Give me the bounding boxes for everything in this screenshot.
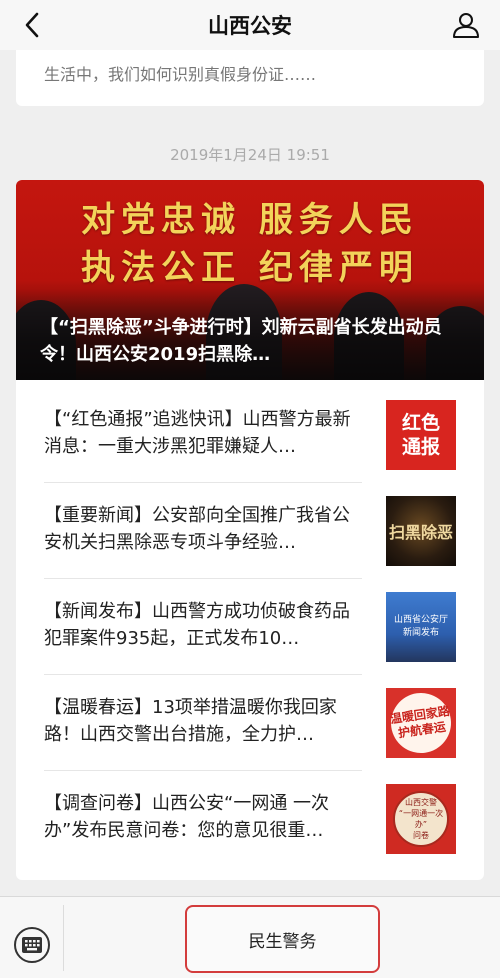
article-item[interactable]: 【调查问卷】山西公安“一网通 一次办”发布民意问卷：您的意见很重… 山西交警 “… (44, 772, 456, 868)
article-title: 【“红色通报”追逃快讯】山西警方最新消息：一重大涉黑犯罪嫌疑人… (44, 409, 351, 457)
previous-message-summary: 生活中，我们如何识别真假身份证…… (44, 65, 317, 84)
thumbnail-badge: 温暖回家路 护航春运 (387, 689, 455, 757)
article-title: 【重要新闻】公安部向全国推广我省公安机关扫黑除恶专项斗争经验… (44, 505, 350, 553)
thumbnail-text: 山西交警 (405, 798, 437, 807)
bar-separator (63, 905, 64, 971)
thumbnail-text: 红色 (401, 412, 440, 434)
thumbnail-text: 通报 (401, 436, 440, 458)
article-thumbnail: 扫黑除恶 (386, 496, 456, 566)
article-thumbnail: 温暖回家路 护航春运 (386, 688, 456, 758)
thumbnail-text: 问卷 (413, 831, 429, 840)
thumbnail-seal: 山西交警 “一网通一次办” 问卷 (393, 791, 449, 847)
keyboard-icon (22, 937, 42, 953)
article-item[interactable]: 【新闻发布】山西警方成功侦破食药品犯罪案件935起，正式发布10… 山西省公安厅… (44, 580, 456, 676)
banner-slogan-line-1: 对党忠诚 服务人民 (81, 200, 419, 240)
page-title: 山西公安 (208, 14, 292, 38)
user-icon (453, 13, 479, 38)
thumbnail-text: 扫黑除恶 (388, 523, 453, 542)
divider (44, 482, 362, 483)
nav-bar: 山西公安 (0, 0, 500, 50)
article-thumbnail: 山西交警 “一网通一次办” 问卷 (386, 784, 456, 854)
thumbnail-text: 新闻发布 (402, 628, 439, 638)
article-thumbnail: 山西省公安厅 新闻发布 (386, 592, 456, 662)
divider (44, 770, 362, 771)
thumbnail-text: “一网通一次办” (398, 809, 444, 829)
menu-button-minsheng-jingwu[interactable]: 民生警务 (185, 905, 380, 973)
article-item[interactable]: 【重要新闻】公安部向全国推广我省公安机关扫黑除恶专项斗争经验… 扫黑除恶 (44, 484, 456, 580)
article-title: 【调查问卷】山西公安“一网通 一次办”发布民意问卷：您的意见很重… (44, 793, 330, 841)
hero-article[interactable]: 对党忠诚 服务人民 执法公正 纪律严明 【“扫黑除恶”斗争进行时】刘新云副省长发… (16, 180, 484, 380)
keyboard-toggle-button[interactable] (14, 927, 50, 963)
article-thumbnail: 红色 通报 (386, 400, 456, 470)
thumbnail-text: 山西省公安厅 (393, 615, 448, 625)
article-title: 【温暖春运】13项举措温暖你我回家路！山西交警出台措施，全力护… (44, 697, 337, 745)
previous-message-card[interactable]: 生活中，我们如何识别真假身份证…… (16, 50, 484, 106)
bottom-menu-bar: 民生警务 (0, 896, 500, 978)
divider (44, 674, 362, 675)
article-title: 【新闻发布】山西警方成功侦破食药品犯罪案件935起，正式发布10… (44, 601, 350, 649)
profile-button[interactable] (448, 7, 484, 43)
article-item[interactable]: 【温暖春运】13项举措温暖你我回家路！山西交警出台措施，全力护… 温暖回家路 护… (44, 676, 456, 772)
message-timestamp: 2019年1月24日 19:51 (170, 146, 330, 164)
hero-article-title: 【“扫黑除恶”斗争进行时】刘新云副省长发出动员令！山西公安2019扫黑除… (40, 317, 442, 365)
divider (44, 578, 362, 579)
news-card: 对党忠诚 服务人民 执法公正 纪律严明 【“扫黑除恶”斗争进行时】刘新云副省长发… (16, 180, 484, 880)
article-item[interactable]: 【“红色通报”追逃快讯】山西警方最新消息：一重大涉黑犯罪嫌疑人… 红色 通报 (44, 388, 456, 484)
